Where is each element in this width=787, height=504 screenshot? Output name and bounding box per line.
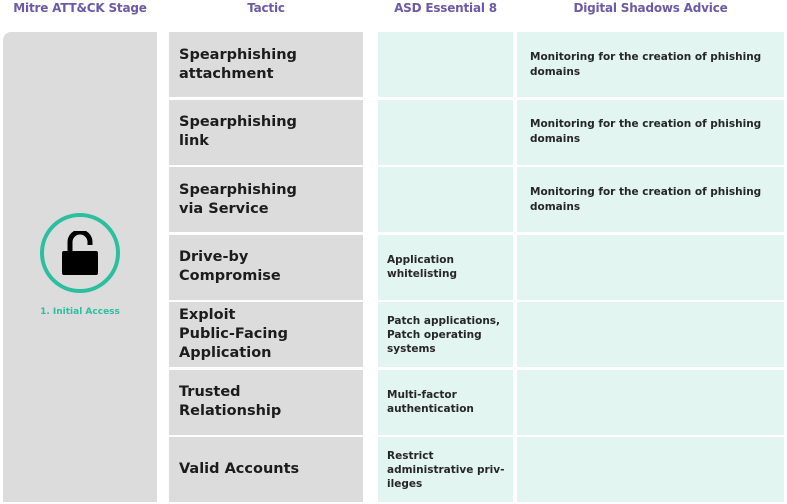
stage-icon-circle	[40, 213, 120, 293]
asd-cell	[378, 99, 513, 165]
asd-cell-text: Multi-factor authentication	[387, 389, 474, 415]
asd-cell-text: Restrict administrative priv- ileges	[387, 449, 505, 490]
advice-cell	[517, 437, 784, 502]
tactic-cell: Exploit Public-Facing Application	[169, 302, 363, 367]
tactic-cell: Trusted Relationship	[169, 369, 363, 435]
advice-cell-text: Monitoring for the creation of phishing …	[530, 50, 762, 78]
stage-label: 1. Initial Access	[40, 307, 120, 317]
asd-cell-text: Application whitelisting	[387, 254, 457, 280]
header-asd: ASD Essential 8	[394, 1, 497, 15]
advice-cell	[517, 302, 784, 367]
header-advice: Digital Shadows Advice	[573, 1, 728, 15]
advice-cell: Monitoring for the creation of phishing …	[517, 167, 784, 232]
tactic-cell: Valid Accounts	[169, 437, 363, 502]
advice-cell: Monitoring for the creation of phishing …	[517, 99, 784, 165]
advice-cell	[517, 234, 784, 300]
asd-cell: Restrict administrative priv- ileges	[378, 437, 513, 502]
asd-cell: Multi-factor authentication	[378, 369, 513, 435]
tactic-cell-text: Exploit Public-Facing Application	[179, 307, 288, 361]
advice-cell-text: Monitoring for the creation of phishing …	[530, 185, 762, 213]
asd-cell	[378, 32, 513, 97]
header-stage: Mitre ATT&CK Stage	[13, 1, 147, 15]
stage-cell: 1. Initial Access	[3, 32, 157, 502]
asd-cell	[378, 167, 513, 232]
advice-cell-text: Monitoring for the creation of phishing …	[530, 118, 762, 145]
advice-cell	[517, 369, 784, 435]
asd-cell: Application whitelisting	[378, 234, 513, 300]
tactic-cell: Spearphishing via Service	[169, 167, 363, 232]
advice-cell: Monitoring for the creation of phishing …	[517, 32, 784, 97]
tactic-cell: Drive-by Compromise	[169, 234, 363, 300]
tactic-cell: Spearphishing attachment	[169, 32, 363, 97]
tactic-cell-text: Trusted Relationship	[179, 384, 282, 419]
asd-cell: Patch applications, Patch operating syst…	[378, 302, 513, 367]
tactic-cell-text: Drive-by Compromise	[179, 249, 281, 284]
asd-cell-text: Patch applications, Patch operating syst…	[387, 314, 501, 355]
tactic-cell-text: Spearphishing attachment	[179, 46, 297, 82]
tactic-cell: Spearphishing link	[169, 99, 363, 165]
tactic-cell-text: Spearphishing link	[179, 114, 297, 149]
tactic-cell-text: Spearphishing via Service	[179, 181, 297, 217]
header-tactic: Tactic	[247, 1, 285, 15]
unlocked-padlock-icon	[62, 231, 98, 275]
tactic-cell-text: Valid Accounts	[179, 461, 300, 477]
